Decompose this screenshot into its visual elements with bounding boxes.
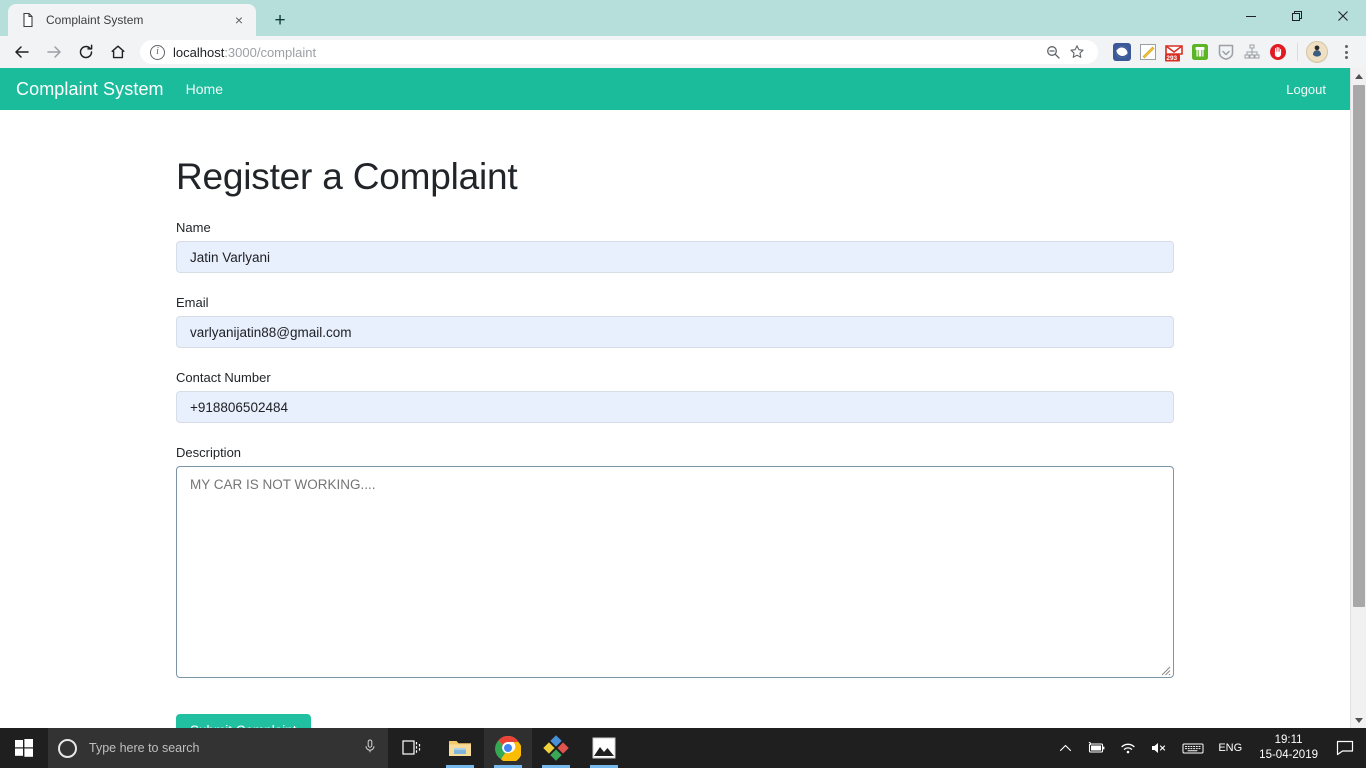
taskbar-search[interactable]: Type here to search	[48, 728, 388, 768]
windows-taskbar: Type here to search ENG 19:11 15-04-2019	[0, 728, 1366, 768]
site-info-icon[interactable]: i	[150, 44, 165, 60]
cortana-icon	[58, 738, 77, 758]
adblock-extension-icon[interactable]	[1266, 40, 1290, 64]
submit-complaint-button[interactable]: Submit Complaint	[176, 714, 311, 728]
field-name: Name	[176, 220, 1174, 273]
back-icon[interactable]	[8, 38, 36, 66]
browser-title-bar: Complaint System × +	[0, 0, 1366, 36]
label-name: Name	[176, 220, 211, 235]
gmail-checker-extension-icon[interactable]: 293	[1162, 40, 1186, 64]
clock-time: 19:11	[1274, 734, 1303, 746]
email-input[interactable]	[176, 316, 1174, 348]
avatar[interactable]	[1305, 40, 1329, 64]
page-viewport: Complaint System Home Logout Register a …	[0, 68, 1366, 728]
page-icon	[20, 12, 36, 28]
scroll-down-icon[interactable]	[1350, 711, 1366, 728]
nav-link-home[interactable]: Home	[186, 81, 223, 97]
page-scrollbar[interactable]	[1350, 68, 1366, 728]
nav-link-logout[interactable]: Logout	[1286, 82, 1334, 97]
tab-title: Complaint System	[46, 13, 144, 27]
browser-toolbar: i localhost:3000/complaint 293	[0, 36, 1366, 68]
forward-icon[interactable]	[40, 38, 68, 66]
taskbar-app-photos[interactable]	[580, 728, 628, 768]
url-host: localhost	[173, 44, 225, 60]
taskbar-app-pinnacle-studio[interactable]	[532, 728, 580, 768]
url-path: :3000/complaint	[224, 44, 317, 60]
evernote-extension-icon[interactable]	[1188, 40, 1212, 64]
minimize-icon[interactable]	[1228, 0, 1274, 32]
close-icon[interactable]: ×	[230, 11, 248, 29]
label-contact-number: Contact Number	[176, 370, 271, 385]
show-hidden-icons[interactable]	[1052, 728, 1079, 768]
omnibox-actions	[1042, 41, 1088, 63]
dot	[1344, 50, 1348, 54]
taskbar-app-file-explorer[interactable]	[436, 728, 484, 768]
start-button[interactable]	[0, 728, 48, 768]
system-tray: ENG 19:11 15-04-2019	[1052, 728, 1366, 768]
browser-window: Complaint System × + i localhost:3000/co…	[0, 0, 1366, 728]
extension-icons: 293	[1104, 40, 1358, 64]
search-placeholder: Type here to search	[89, 741, 200, 755]
notepad-extension-icon[interactable]	[1136, 40, 1160, 64]
home-icon[interactable]	[104, 38, 132, 66]
lastpass-extension-icon[interactable]	[1214, 40, 1238, 64]
clock-date: 15-04-2019	[1259, 749, 1318, 761]
address-bar[interactable]: i localhost:3000/complaint	[140, 40, 1098, 64]
profile-avatar-image	[1306, 41, 1328, 63]
sitemap-extension-icon[interactable]	[1240, 40, 1264, 64]
battery-charging-icon[interactable]	[1079, 728, 1113, 768]
keyboard-icon[interactable]	[1175, 728, 1211, 768]
maximize-icon[interactable]	[1274, 0, 1320, 32]
description-textarea[interactable]	[176, 466, 1174, 678]
scrollbar-track[interactable]	[1351, 85, 1366, 711]
volume-muted-icon[interactable]	[1143, 728, 1175, 768]
three-dot-menu-icon[interactable]	[1334, 40, 1358, 64]
new-tab-button[interactable]: +	[266, 6, 294, 34]
zoom-out-icon[interactable]	[1042, 41, 1064, 63]
label-description: Description	[176, 445, 242, 460]
task-view-icon[interactable]	[388, 728, 436, 768]
complaint-form: Name Email Contact Number Description	[176, 220, 1174, 728]
browser-tab[interactable]: Complaint System ×	[8, 4, 256, 36]
page-title: Register a Complaint	[176, 156, 518, 197]
scrollbar-thumb[interactable]	[1352, 85, 1365, 607]
field-description: Description	[176, 445, 1174, 678]
name-input[interactable]	[176, 241, 1174, 273]
svg-text:293: 293	[1166, 55, 1177, 62]
taskbar-app-google-chrome[interactable]	[484, 728, 532, 768]
web-page: Complaint System Home Logout Register a …	[0, 68, 1350, 728]
action-center-icon[interactable]	[1328, 728, 1362, 768]
reload-icon[interactable]	[72, 38, 100, 66]
language-indicator[interactable]: ENG	[1211, 728, 1249, 768]
pocket-extension-icon[interactable]	[1110, 40, 1134, 64]
app-brand[interactable]: Complaint System	[16, 79, 164, 100]
description-wrapper	[176, 466, 1174, 678]
clock[interactable]: 19:11 15-04-2019	[1249, 728, 1328, 768]
wifi-icon[interactable]	[1113, 728, 1143, 768]
app-navbar: Complaint System Home Logout	[0, 68, 1350, 110]
dot	[1344, 56, 1348, 59]
dot	[1344, 45, 1348, 48]
microphone-icon[interactable]	[362, 738, 378, 759]
scroll-up-icon[interactable]	[1350, 68, 1366, 85]
star-icon[interactable]	[1066, 41, 1088, 63]
url-text: localhost:3000/complaint	[173, 45, 316, 60]
field-contact-number: Contact Number	[176, 370, 1174, 423]
label-email: Email	[176, 295, 209, 310]
toolbar-divider	[1297, 43, 1298, 61]
field-email: Email	[176, 295, 1174, 348]
close-window-icon[interactable]	[1320, 0, 1366, 32]
page-container: Register a Complaint Name Email Contact …	[0, 110, 1350, 728]
window-controls	[1228, 0, 1366, 32]
contact-number-input[interactable]	[176, 391, 1174, 423]
